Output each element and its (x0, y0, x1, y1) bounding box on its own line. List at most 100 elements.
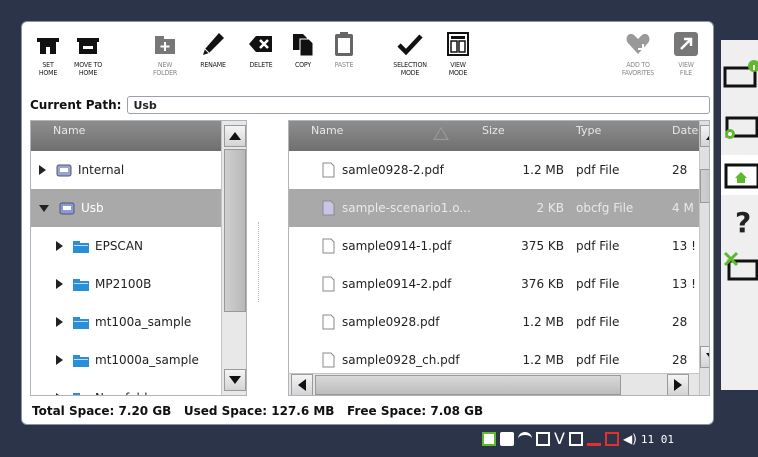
tree-item[interactable]: mt100a_sample (31, 303, 246, 341)
column-size[interactable]: Size (482, 124, 505, 137)
file-list: Name Size Type Date samle0928-2.pdf 1.2 M… (288, 120, 710, 396)
chevron-down-icon (706, 353, 709, 361)
file-scroll-thumb[interactable] (700, 169, 709, 203)
tree-item[interactable]: mt1000a_sample (31, 341, 246, 379)
paste-button[interactable]: PASTE (318, 30, 370, 69)
column-date[interactable]: Date (672, 124, 698, 137)
file-row[interactable]: samle0928-2.pdf 1.2 MB pdf File 28 (289, 151, 709, 189)
file-name: sample0914-2.pdf (342, 277, 452, 291)
tree-item[interactable]: MP2100B (31, 265, 246, 303)
pane-splitter-handle[interactable] (258, 222, 260, 302)
expand-arrow-right-icon[interactable] (56, 393, 63, 395)
column-name[interactable]: Name (311, 124, 343, 137)
folder-info-icon (723, 60, 758, 88)
toolbar: SET HOME MOVE TO HOME NEW FOLDER RENAME (22, 22, 713, 92)
tree-scroll-down-button[interactable] (224, 369, 246, 391)
side-tab-help[interactable]: ? (721, 200, 758, 240)
folder-icon (73, 240, 89, 253)
tree-vertical-scrollbar[interactable] (221, 121, 246, 395)
view-mode-button[interactable]: VIEW MODE (432, 30, 484, 77)
tree-item-label: MP2100B (95, 277, 152, 291)
tree-header[interactable]: Name (31, 121, 246, 151)
file-size: 1.2 MB (522, 163, 564, 177)
side-tab-settings[interactable] (721, 106, 758, 146)
document-icon (322, 314, 335, 330)
tree-scroll-thumb[interactable] (224, 149, 246, 312)
file-type: pdf File (576, 239, 620, 253)
tree-name-column: Name (53, 124, 86, 137)
delete-label: DELETE (249, 61, 273, 69)
view-mode-label: VIEW MODE (448, 61, 468, 77)
file-size: 375 KB (521, 239, 564, 253)
file-name: samle0928-2.pdf (342, 163, 444, 177)
file-row[interactable]: sample0914-2.pdf 376 KB pdf File 13 ! (289, 265, 709, 303)
file-horizontal-scrollbar[interactable] (289, 373, 699, 395)
file-row[interactable]: sample0914-1.pdf 375 KB pdf File 13 ! (289, 227, 709, 265)
tree-item-label: mt100a_sample (95, 315, 192, 329)
chevron-up-icon (706, 132, 709, 140)
file-type: pdf File (576, 163, 620, 177)
file-scroll-up-button[interactable] (700, 125, 709, 147)
file-type: pdf File (576, 353, 620, 367)
current-path-field[interactable]: Usb (127, 96, 710, 114)
file-size: 2 KB (536, 201, 564, 215)
checkmark-icon (397, 34, 423, 56)
drive-icon (56, 164, 72, 176)
free-space-label: Free Space: (347, 404, 427, 418)
expand-arrow-right-icon[interactable] (56, 241, 63, 251)
tree-item-label: New folder (95, 391, 160, 395)
move-to-home-button[interactable]: MOVE TO HOME (62, 30, 114, 77)
clipboard-icon (335, 32, 353, 56)
column-type[interactable]: Type (576, 124, 601, 137)
side-tab-tools[interactable] (721, 245, 758, 285)
file-hscroll-thumb[interactable] (315, 375, 621, 395)
new-folder-button[interactable]: NEW FOLDER (139, 30, 191, 77)
add-to-favorites-button[interactable]: ADD TO FAVORITES (612, 30, 664, 77)
file-date: 28 (672, 315, 688, 329)
tree-item-label: Usb (81, 201, 104, 215)
move-to-home-icon (77, 38, 99, 54)
folder-settings-icon (725, 116, 758, 139)
file-date: 28 (672, 163, 688, 177)
file-vertical-scrollbar[interactable] (699, 121, 709, 395)
selection-mode-button[interactable]: SELECTION MODE (384, 30, 436, 77)
file-row[interactable]: sample0928.pdf 1.2 MB pdf File 28 (289, 303, 709, 341)
new-folder-label: NEW FOLDER (152, 61, 178, 77)
camera-icon (500, 432, 514, 446)
file-scroll-right-button[interactable] (667, 374, 689, 395)
file-type: pdf File (576, 315, 620, 329)
expand-arrow-right-icon[interactable] (56, 355, 63, 365)
file-scroll-down-button[interactable] (700, 346, 709, 368)
v-indicator-icon: V (554, 429, 565, 448)
expand-arrow-right-icon[interactable] (56, 317, 63, 327)
expand-arrow-right-icon[interactable] (39, 165, 46, 175)
rename-button[interactable]: RENAME (187, 30, 239, 69)
chevron-down-icon (229, 376, 241, 384)
used-space-label: Used Space: (183, 404, 268, 418)
move-to-home-label: MOVE TO HOME (74, 61, 102, 77)
svg-text:?: ? (735, 206, 751, 239)
tree-item[interactable]: EPSCAN (31, 227, 246, 265)
paste-label: PASTE (334, 61, 354, 69)
tree-item-label: Internal (78, 163, 125, 177)
terminal-icon (568, 432, 583, 446)
pencil-icon (203, 33, 224, 55)
tree-item[interactable]: New folder (31, 379, 246, 395)
folder-icon (73, 354, 89, 367)
tree-item[interactable]: Internal (31, 151, 246, 189)
view-file-button[interactable]: VIEW FILE (660, 30, 712, 77)
file-name: sample0914-1.pdf (342, 239, 452, 253)
file-size: 1.2 MB (522, 315, 564, 329)
copy-icon (293, 34, 314, 57)
side-tab-info[interactable] (721, 50, 758, 90)
file-name: sample0928_ch.pdf (342, 353, 460, 367)
expand-arrow-right-icon[interactable] (56, 279, 63, 289)
tree-scroll-up-button[interactable] (224, 125, 246, 147)
set-home-icon (37, 38, 59, 54)
new-folder-icon (155, 36, 175, 54)
file-scroll-left-button[interactable] (291, 374, 313, 395)
side-tab-file-manager[interactable] (721, 155, 758, 195)
file-row[interactable]: sample-scenario1.o... 2 KB obcfg File 4 M (289, 189, 709, 227)
expand-arrow-down-icon[interactable] (39, 204, 49, 212)
tree-item[interactable]: Usb (31, 189, 246, 227)
